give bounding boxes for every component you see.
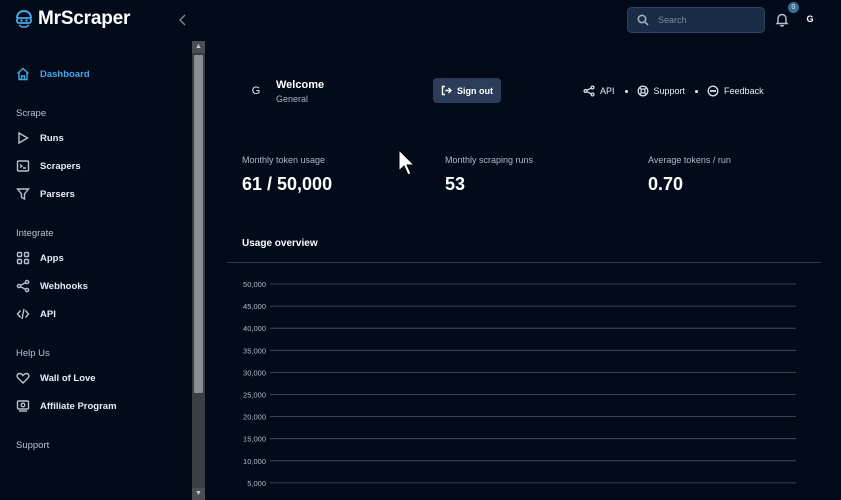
sidebar-item-parsers[interactable]: Parsers bbox=[0, 180, 190, 208]
section-label-help-us: Help Us bbox=[16, 348, 50, 359]
section-label-scrape: Scrape bbox=[16, 108, 47, 119]
stat-monthly-token-usage: Monthly token usage 61 / 50,000 bbox=[242, 155, 332, 195]
sidebar-item-label: Wall of Love bbox=[40, 372, 96, 384]
api-link[interactable]: API bbox=[583, 85, 615, 97]
section-label-integrate: Integrate bbox=[16, 228, 54, 239]
feedback-link-label: Feedback bbox=[724, 86, 764, 96]
usage-chart: 50,000 45,000 40,000 35,000 30,000 25,000 20,0… bbox=[243, 280, 796, 488]
separator-dot bbox=[695, 89, 699, 93]
sidebar-item-dashboard[interactable]: Dashboard bbox=[0, 60, 190, 88]
y-tick-label: 30,000 bbox=[243, 368, 266, 377]
sign-out-button[interactable]: Sign out bbox=[433, 78, 501, 103]
feedback-link[interactable]: Feedback bbox=[707, 85, 764, 97]
y-tick-label: 15,000 bbox=[243, 435, 266, 444]
bell-icon bbox=[775, 13, 789, 27]
section-label-support: Support bbox=[16, 440, 50, 451]
welcome-subtitle: General bbox=[276, 94, 309, 104]
welcome-avatar: G bbox=[251, 85, 261, 97]
sidebar-scrollbar[interactable]: ▲ ▼ bbox=[192, 41, 205, 500]
sidebar-item-label: Apps bbox=[40, 252, 64, 264]
sidebar-item-runs[interactable]: Runs bbox=[0, 124, 190, 152]
sidebar-item-affiliate-program[interactable]: Affiliate Program bbox=[0, 392, 190, 420]
notification-count-badge: 0 bbox=[788, 2, 799, 13]
y-tick-label: 35,000 bbox=[243, 346, 266, 355]
sidebar-item-label: Parsers bbox=[40, 188, 75, 200]
stat-value: 53 bbox=[445, 174, 466, 194]
share-nodes-icon bbox=[16, 279, 30, 293]
welcome-title: Welcome bbox=[276, 79, 325, 91]
mrscraper-logo-icon bbox=[16, 9, 32, 28]
search-input[interactable] bbox=[658, 15, 758, 25]
notifications-button[interactable] bbox=[775, 12, 790, 27]
lifebuoy-icon bbox=[637, 85, 648, 97]
welcome-block: Welcome General bbox=[276, 79, 324, 104]
sidebar-nav: Dashboard Scrape Runs Scrapers Parsers I… bbox=[0, 60, 190, 456]
stat-label: Monthly scraping runs bbox=[445, 155, 534, 165]
support-link[interactable]: Support bbox=[637, 85, 686, 97]
search-box[interactable] bbox=[627, 7, 765, 33]
collapse-sidebar-icon[interactable] bbox=[176, 12, 190, 28]
stat-monthly-scraping-runs: Monthly scraping runs 53 bbox=[445, 155, 533, 195]
y-tick-label: 20,000 bbox=[243, 413, 266, 422]
chat-bubble-icon bbox=[707, 85, 719, 97]
scroll-up-arrow-icon[interactable]: ▲ bbox=[192, 41, 205, 53]
sign-out-icon bbox=[441, 85, 452, 96]
y-tick-label: 40,000 bbox=[243, 324, 266, 333]
sidebar-item-label: Scrapers bbox=[40, 160, 81, 172]
y-tick-label: 25,000 bbox=[243, 391, 266, 400]
mouse-cursor-icon bbox=[398, 149, 416, 176]
sidebar-item-api[interactable]: API bbox=[0, 300, 190, 328]
sidebar-item-label: API bbox=[40, 308, 56, 320]
sidebar-item-scrapers[interactable]: Scrapers bbox=[0, 152, 190, 180]
sidebar-item-label: Dashboard bbox=[40, 68, 90, 80]
sidebar-item-wall-of-love[interactable]: Wall of Love bbox=[0, 364, 190, 392]
stat-value: 61 / 50,000 bbox=[242, 174, 333, 194]
y-tick-label: 50,000 bbox=[243, 280, 266, 289]
brand-name: MrScraper bbox=[38, 8, 131, 29]
affiliate-icon bbox=[16, 400, 30, 412]
sidebar-item-webhooks[interactable]: Webhooks bbox=[0, 272, 190, 300]
support-link-label: Support bbox=[653, 86, 686, 96]
play-icon bbox=[18, 131, 29, 145]
api-link-label: API bbox=[600, 86, 615, 96]
apps-grid-icon bbox=[16, 251, 30, 265]
header-links: API Support Feedback bbox=[583, 85, 764, 97]
usage-overview-title: Usage overview bbox=[242, 238, 318, 249]
stat-label: Monthly token usage bbox=[242, 155, 326, 165]
scrollbar-thumb[interactable] bbox=[194, 55, 203, 393]
stat-label: Average tokens / run bbox=[648, 155, 731, 165]
stat-value: 0.70 bbox=[648, 174, 684, 194]
home-icon bbox=[17, 67, 29, 81]
y-tick-label: 45,000 bbox=[243, 302, 266, 311]
code-icon bbox=[16, 308, 30, 320]
sidebar-item-label: Runs bbox=[40, 132, 64, 144]
share-nodes-icon bbox=[583, 85, 595, 97]
brand[interactable]: MrScraper bbox=[14, 8, 130, 30]
y-tick-label: 10,000 bbox=[243, 457, 266, 466]
scroll-down-arrow-icon[interactable]: ▼ bbox=[192, 488, 205, 500]
y-tick-label: 5,000 bbox=[247, 479, 266, 488]
separator-dot bbox=[624, 89, 628, 93]
search-icon bbox=[637, 14, 649, 26]
app-window: MrScraper Dashboard Scrape Runs Scrapers bbox=[0, 0, 841, 500]
stat-average-tokens-per-run: Average tokens / run 0.70 bbox=[648, 155, 731, 195]
user-avatar[interactable]: G bbox=[803, 11, 817, 27]
heart-icon bbox=[16, 372, 30, 384]
sidebar-item-label: Affiliate Program bbox=[40, 400, 117, 412]
usage-divider bbox=[227, 262, 821, 263]
sidebar-item-apps[interactable]: Apps bbox=[0, 244, 190, 272]
sidebar: MrScraper Dashboard Scrape Runs Scrapers bbox=[0, 0, 205, 500]
sign-out-label: Sign out bbox=[457, 85, 493, 96]
terminal-icon bbox=[16, 160, 30, 172]
filter-icon bbox=[16, 188, 30, 201]
sidebar-item-label: Webhooks bbox=[40, 280, 88, 292]
